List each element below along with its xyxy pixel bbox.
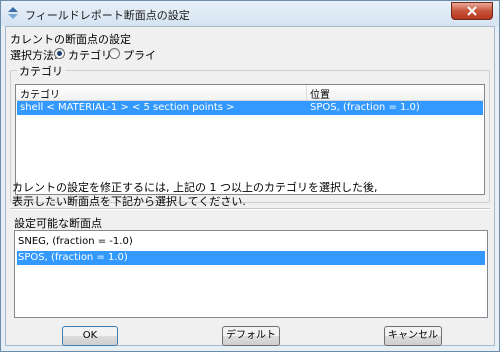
column-divider[interactable]: [306, 85, 307, 100]
divider: [10, 208, 490, 210]
window-title: フィールドレポート断面点の設定: [25, 9, 190, 22]
cell-category: shell < MATERIAL-1 > < 5 section points …: [20, 102, 235, 113]
section-heading: カレントの断面点の設定: [10, 33, 131, 46]
close-icon: [467, 6, 477, 16]
close-button[interactable]: [451, 2, 493, 20]
available-points-list[interactable]: SNEG, (fraction = -1.0) SPOS, (fraction …: [14, 230, 488, 318]
category-group-label: カテゴリ: [17, 63, 65, 79]
list-item[interactable]: SPOS, (fraction = 1.0): [17, 251, 485, 265]
cancel-button[interactable]: キャンセル: [384, 326, 442, 346]
radio-category-label[interactable]: カテゴリ: [68, 47, 112, 63]
radio-ply-label[interactable]: プライ: [123, 47, 156, 63]
selection-method-label: 選択方法:: [10, 49, 58, 62]
list-item[interactable]: SNEG, (fraction = -1.0): [17, 235, 485, 249]
radio-ply[interactable]: [109, 48, 120, 59]
dialog-body: カレントの断面点の設定 選択方法: カテゴリ プライ カテゴリ カテゴリ 位置 …: [5, 26, 495, 346]
ok-button[interactable]: OK: [62, 326, 118, 346]
radio-category[interactable]: [54, 48, 65, 59]
instruction-line-2: 表示したい断面点を下記から選択してください.: [12, 195, 246, 208]
column-header-position[interactable]: 位置: [310, 86, 330, 101]
column-header-category[interactable]: カテゴリ: [20, 86, 60, 101]
default-button[interactable]: デフォルト: [222, 326, 280, 346]
table-row[interactable]: shell < MATERIAL-1 > < 5 section points …: [17, 101, 483, 115]
table-header: カテゴリ 位置: [16, 85, 484, 101]
available-points-label: 設定可能な断面点: [14, 217, 102, 230]
title-bar[interactable]: フィールドレポート断面点の設定: [1, 1, 499, 26]
dialog-window: フィールドレポート断面点の設定 カレントの断面点の設定 選択方法: カテゴリ プ…: [0, 0, 500, 352]
app-icon: [6, 6, 20, 20]
cell-position: SPOS, (fraction = 1.0): [310, 102, 420, 113]
